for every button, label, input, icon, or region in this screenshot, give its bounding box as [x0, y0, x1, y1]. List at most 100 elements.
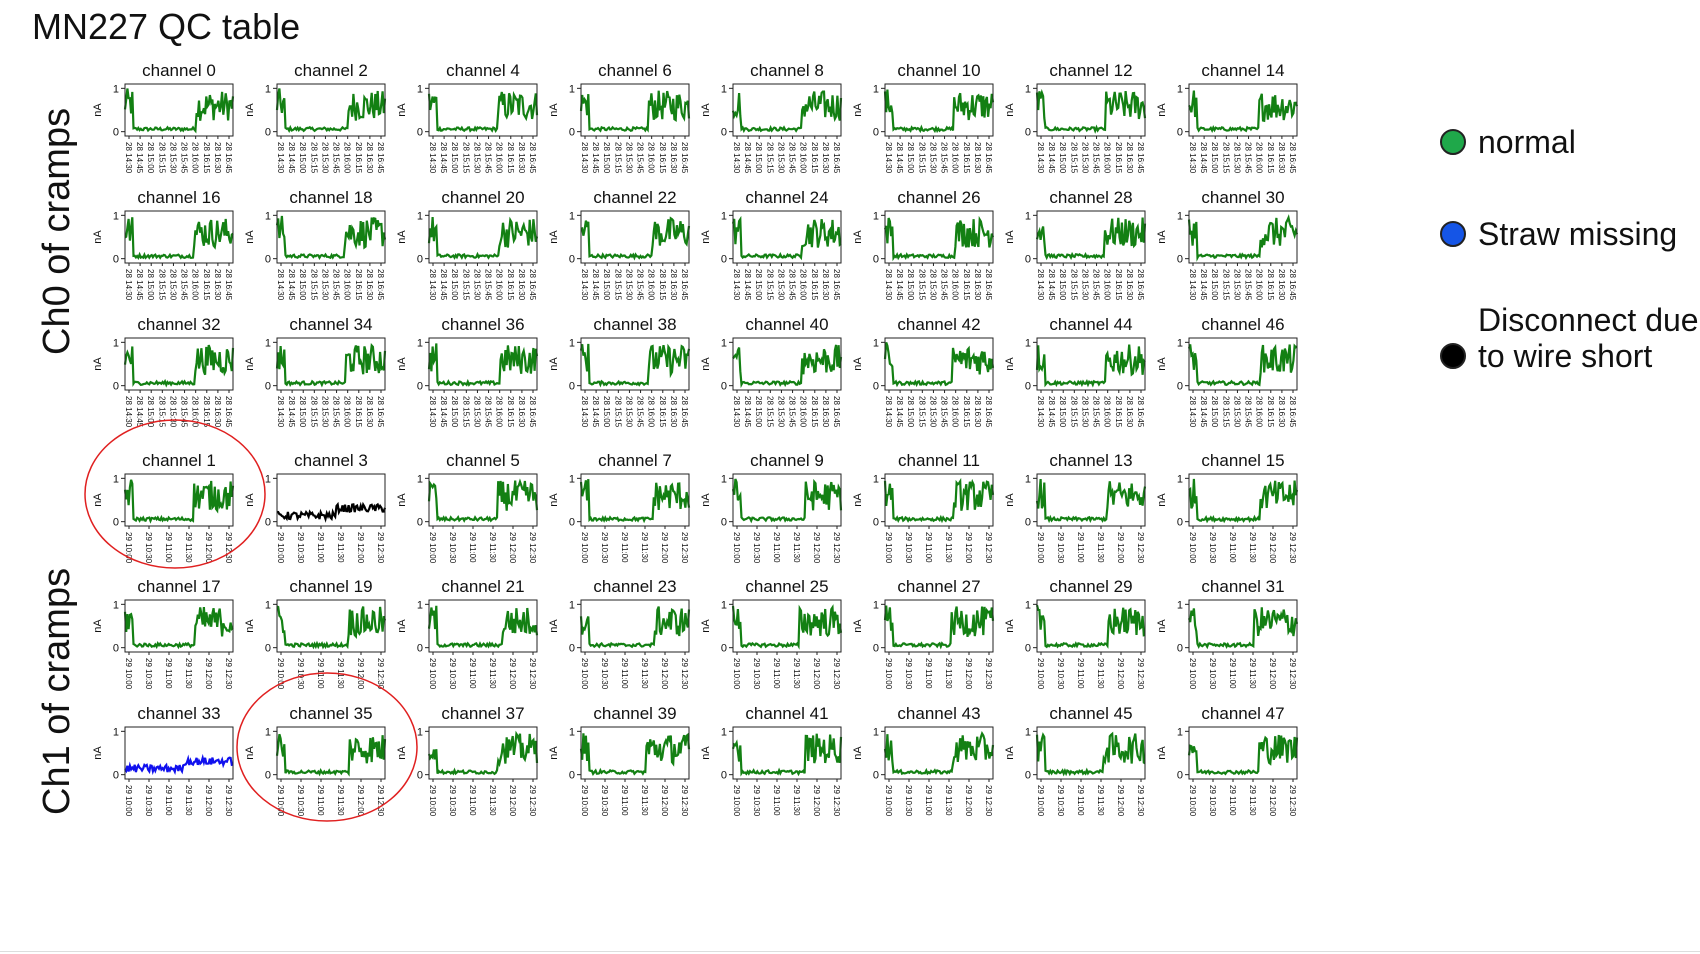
x-tick-label: 28 14:30	[1188, 142, 1197, 174]
x-tick-label: 29 10:30	[296, 658, 305, 690]
y-tick-label: 1	[721, 726, 727, 738]
chart-panel: channel 44nA0128 14:30 28 14:45 28 15:00 28…	[1004, 315, 1146, 428]
x-tick-label: 28 15:00	[450, 142, 459, 174]
x-tick-label: 28 15:30	[1232, 269, 1241, 301]
x-tick-label: 28 15:00	[450, 396, 459, 428]
y-tick-label: 1	[873, 473, 879, 485]
y-axis-label: nA	[700, 493, 712, 507]
x-tick-label: 28 14:30	[884, 269, 893, 301]
x-tick-label: 28 16:45	[984, 269, 993, 301]
y-axis-label: nA	[700, 357, 712, 371]
chart-panel: channel 21 nA 0 1 29 10:00 29 10:30 29 11:00 29…	[396, 577, 539, 690]
chart-panel: channel 31 nA 0 1 29 10:00 29 10:30 29 11:00 29…	[1156, 577, 1299, 690]
x-tick-label: 28 15:00	[602, 142, 611, 174]
x-tick-label: 28 16:30	[517, 396, 526, 428]
y-tick-label: 1	[569, 599, 575, 611]
x-tick-label: 29 10:30	[904, 785, 913, 817]
x-tick-label: 29 10:00	[1036, 658, 1045, 690]
x-tick-label: 29 11:00	[468, 532, 477, 563]
y-tick-label: 1	[569, 726, 575, 738]
x-tick-label: 29 10:30	[600, 785, 609, 817]
data-series-line	[427, 90, 539, 134]
x-tick-label: 28 15:45	[636, 396, 645, 428]
x-tick-label: 28 16:45	[376, 396, 385, 428]
data-series-line	[1187, 734, 1299, 776]
data-series-line	[275, 733, 387, 777]
data-series-line	[883, 605, 995, 650]
panel-title: channel 0	[142, 61, 216, 80]
x-tick-label: 28 15:00	[1058, 142, 1067, 174]
data-series-line	[1187, 343, 1298, 387]
data-series-line	[883, 477, 995, 524]
x-tick-label: 28 15:00	[450, 269, 459, 301]
y-tick-label: 0	[721, 254, 727, 266]
x-tick-label: 29 11:30	[640, 532, 649, 563]
x-tick-label: 28 16:45	[1136, 142, 1145, 174]
x-tick-label: 28 16:30	[669, 396, 678, 428]
x-tick-label: 28 15:30	[928, 396, 937, 428]
x-tick-label: 29 12:30	[1136, 785, 1145, 817]
x-tick-label: 28 16:15	[1114, 269, 1123, 301]
data-series-line	[1035, 217, 1147, 261]
data-series-line	[731, 90, 843, 134]
data-series-line	[1188, 90, 1299, 133]
x-tick-label: 28 14:30	[1036, 396, 1045, 428]
y-tick-label: 1	[417, 726, 423, 738]
y-axis-label: nA	[92, 357, 104, 371]
x-tick-label: 28 14:45	[439, 142, 448, 174]
y-tick-label: 1	[417, 83, 423, 95]
highlight-circle	[236, 672, 418, 822]
x-tick-label: 28 16:00	[799, 269, 808, 301]
chart-panel: channel 42nA0128 14:30 28 14:45 28 15:00 28…	[852, 315, 995, 428]
x-tick-label: 29 10:00	[428, 532, 437, 564]
y-tick-label: 1	[113, 726, 119, 738]
chart-panel: channel 10nA0128 14:30 28 14:45 28 15:00 28…	[852, 61, 995, 174]
x-tick-label: 29 11:00	[1228, 658, 1237, 689]
x-tick-label: 29 12:00	[1268, 532, 1277, 564]
x-tick-label: 28 16:45	[1288, 396, 1297, 428]
x-tick-label: 28 14:45	[895, 142, 904, 174]
panel-title: channel 3	[294, 451, 368, 470]
x-tick-label: 28 16:00	[799, 142, 808, 174]
x-tick-label: 28 16:00	[495, 142, 504, 174]
x-tick-label: 28 15:15	[1221, 269, 1230, 301]
x-tick-label: 28 14:45	[135, 396, 144, 428]
y-axis-label: nA	[852, 746, 864, 760]
y-axis-label: nA	[244, 103, 256, 117]
x-tick-label: 28 15:00	[298, 142, 307, 174]
chart-panel: channel 7 nA 0 1 29 10:00 29 10:30 29 11:00 29 …	[548, 451, 691, 564]
x-tick-label: 29 12:30	[1288, 785, 1297, 817]
chart-panel: channel 13 nA 0 1 29 10:00 29 10:30 29 11:00 29…	[1004, 451, 1147, 564]
y-tick-label: 1	[873, 83, 879, 95]
y-tick-label: 0	[873, 127, 879, 139]
x-tick-label: 28 14:30	[732, 269, 741, 301]
x-tick-label: 29 10:30	[144, 785, 153, 817]
x-tick-label: 29 12:00	[964, 532, 973, 564]
y-tick-label: 0	[1177, 381, 1183, 393]
y-tick-label: 0	[1025, 381, 1031, 393]
data-series-line	[1188, 478, 1299, 524]
y-tick-label: 0	[873, 643, 879, 655]
x-tick-label: 29 10:30	[144, 532, 153, 564]
panel-title: channel 31	[1201, 577, 1284, 596]
x-tick-label: 29 12:30	[528, 532, 537, 564]
panel-title: channel 32	[137, 315, 220, 334]
x-tick-label: 29 10:00	[732, 785, 741, 817]
data-series-line	[579, 343, 691, 388]
x-tick-label: 29 10:00	[732, 532, 741, 564]
legend-item-disconnect: Disconnect due to wire short	[1440, 302, 1699, 374]
y-tick-label: 1	[265, 337, 271, 349]
y-tick-label: 1	[569, 337, 575, 349]
panel-title: channel 41	[745, 704, 828, 723]
panel-title: channel 33	[137, 704, 220, 723]
chart-panel: channel 4nA0128 14:30 28 14:45 28 15:00 28 …	[396, 61, 539, 174]
y-tick-label: 0	[265, 770, 271, 782]
y-tick-label: 0	[1177, 517, 1183, 529]
y-axis-label: nA	[548, 619, 560, 633]
legend-item-normal: normal	[1440, 124, 1576, 160]
x-tick-label: 29 12:30	[376, 532, 385, 564]
x-tick-label: 28 16:15	[658, 269, 667, 301]
highlight-circle	[84, 419, 266, 569]
x-tick-label: 28 15:30	[472, 269, 481, 301]
y-tick-label: 1	[113, 473, 119, 485]
